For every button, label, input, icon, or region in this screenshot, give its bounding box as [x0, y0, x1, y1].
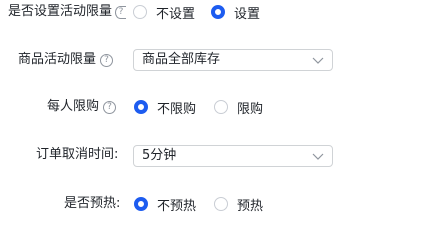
per-person-limit-label-wrap: 每人限购? — [47, 95, 117, 119]
product-activity-limit-label-wrap: 商品活动限量? — [18, 48, 114, 72]
preheat-radio-group: 不预热 预热 — [134, 192, 277, 216]
activity-limit-option-none-label: 不设置 — [156, 6, 196, 22]
question-circle-icon[interactable]: ? — [115, 5, 127, 19]
chevron-down-icon[interactable] — [312, 151, 324, 161]
preheat-label-wrap: 是否预热: — [64, 192, 120, 216]
preheat-option-no[interactable]: 不预热 — [134, 195, 196, 214]
radio-checked-icon[interactable] — [134, 100, 148, 114]
per-person-limit-row: 每人限购? 不限购 限购 — [0, 95, 429, 119]
activity-limit-radio-group: 不设置 设置 — [133, 0, 274, 24]
product-activity-limit-value: 商品全部库存 — [142, 52, 221, 67]
order-cancel-time-select[interactable]: 5分钟 — [133, 145, 333, 167]
preheat-row: 是否预热: 不预热 预热 — [0, 192, 429, 216]
activity-limit-option-set[interactable]: 设置 — [211, 3, 260, 22]
per-person-limit-radio-group: 不限购 限购 — [134, 95, 277, 119]
radio-unchecked-icon[interactable] — [133, 5, 147, 19]
order-cancel-time-row: 订单取消时间: 5分钟 — [0, 143, 429, 167]
per-person-limit-option-unlimited-label: 不限购 — [157, 101, 197, 117]
preheat-label: 是否预热: — [64, 196, 121, 211]
radio-unchecked-icon[interactable] — [214, 100, 229, 114]
order-cancel-time-label-wrap: 订单取消时间: — [36, 143, 118, 167]
activity-limit-option-set-label: 设置 — [234, 6, 261, 22]
question-circle-icon[interactable]: ? — [100, 53, 114, 67]
per-person-limit-label: 每人限购 — [47, 99, 100, 114]
per-person-limit-option-limited-label: 限购 — [237, 101, 264, 117]
product-activity-limit-row: 商品活动限量? 商品全部库存 — [0, 48, 429, 72]
radio-checked-icon[interactable] — [211, 5, 226, 19]
preheat-option-yes[interactable]: 预热 — [214, 195, 263, 214]
activity-limit-option-none[interactable]: 不设置 — [133, 3, 195, 22]
order-cancel-time-label: 订单取消时间: — [36, 147, 119, 162]
preheat-option-no-label: 不预热 — [157, 198, 197, 214]
chevron-down-icon[interactable] — [312, 55, 324, 65]
question-circle-icon[interactable]: ? — [103, 100, 117, 114]
order-cancel-time-value: 5分钟 — [142, 148, 177, 163]
per-person-limit-option-unlimited[interactable]: 不限购 — [134, 98, 196, 117]
activity-limit-row: 是否设置活动限量? 不设置 设置 — [0, 0, 429, 24]
preheat-option-yes-label: 预热 — [237, 198, 264, 214]
radio-checked-icon[interactable] — [134, 197, 148, 211]
radio-unchecked-icon[interactable] — [214, 197, 229, 211]
per-person-limit-option-limited[interactable]: 限购 — [214, 98, 263, 117]
product-activity-limit-select[interactable]: 商品全部库存 — [133, 49, 333, 71]
product-activity-limit-label: 商品活动限量 — [18, 52, 97, 67]
activity-limit-label-wrap: 是否设置活动限量? — [8, 0, 127, 24]
activity-limit-label: 是否设置活动限量 — [8, 4, 113, 19]
